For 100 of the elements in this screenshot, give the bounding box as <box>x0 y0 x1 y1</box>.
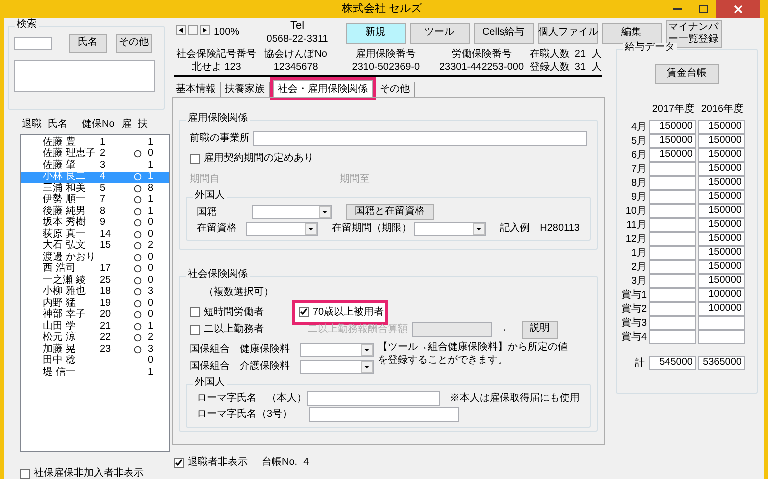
amount-field[interactable]: 150000 <box>698 190 745 204</box>
amount-field[interactable]: 150000 <box>698 260 745 274</box>
dropdown[interactable] <box>300 342 374 356</box>
list-cell: 19 <box>100 298 112 309</box>
amount-field[interactable] <box>649 260 696 274</box>
amount-field[interactable] <box>649 316 696 330</box>
list-row[interactable]: 加藤 晃 23 3 <box>21 344 169 356</box>
list-cell: 8 <box>100 206 106 217</box>
list-row[interactable]: 荻原 真一 14 0 <box>21 229 169 240</box>
list-row[interactable]: 山田 学 21 1 <box>21 321 169 332</box>
toolbar-button[interactable]: 新規 <box>346 23 406 44</box>
list-row[interactable]: 小柳 雅也 18 3 <box>21 286 169 298</box>
input-field[interactable] <box>253 131 587 146</box>
dropdown[interactable] <box>252 205 332 219</box>
list-row[interactable]: 佐藤 肇 3 1 <box>21 160 169 172</box>
list-row[interactable]: 松元 涼 22 2 <box>21 332 169 344</box>
checkmark-icon <box>300 308 308 316</box>
list-row[interactable]: 一之瀬 綾 25 0 <box>21 275 169 286</box>
amount-field[interactable]: 150000 <box>698 120 745 134</box>
list-row[interactable]: 西 浩司 17 0 <box>21 264 169 275</box>
amount-field[interactable] <box>698 316 745 330</box>
amount-field[interactable] <box>649 176 696 190</box>
amount-field[interactable] <box>649 204 696 218</box>
amount-field[interactable]: 150000 <box>698 134 745 148</box>
amount-field[interactable]: 150000 <box>698 204 745 218</box>
list-row[interactable]: 内野 猛 19 0 <box>21 298 169 310</box>
amount-field[interactable]: 150000 <box>698 218 745 232</box>
list-row[interactable]: 伊勢 順一 7 1 <box>21 194 169 206</box>
amount-field[interactable]: 150000 <box>649 120 696 134</box>
amount-field[interactable] <box>649 330 696 344</box>
info-label: 労働保険番号 <box>452 49 512 62</box>
amount-field[interactable]: 150000 <box>698 274 745 288</box>
list-cell: 25 <box>100 274 112 286</box>
tab[interactable]: その他 <box>376 82 415 97</box>
amount-field[interactable] <box>649 288 696 302</box>
tab[interactable]: 基本情報 <box>172 82 221 97</box>
input-field[interactable] <box>412 322 492 337</box>
toolbar-button[interactable]: ツール <box>410 23 470 44</box>
button[interactable]: 賃金台帳 <box>655 64 719 84</box>
amount-field[interactable] <box>698 330 745 344</box>
list-cell-text: 佐藤 豊 <box>43 138 76 148</box>
count-value: 21 <box>574 49 586 62</box>
amount-field[interactable]: 150000 <box>698 148 745 162</box>
close-button[interactable] <box>716 0 760 18</box>
toolbar-button[interactable]: 個人ファイル <box>538 23 598 44</box>
toolbar-button[interactable]: Cells給与 <box>474 23 534 44</box>
nav-button[interactable] <box>176 25 186 35</box>
amount-field[interactable] <box>649 190 696 204</box>
list-row[interactable]: 神部 幸子 20 0 <box>21 310 169 321</box>
amount-field[interactable] <box>649 232 696 246</box>
amount-field[interactable] <box>649 162 696 176</box>
checkbox[interactable] <box>190 324 200 334</box>
column-header: 扶 <box>138 118 148 132</box>
list-row[interactable]: 三浦 和美 5 8 <box>21 183 169 194</box>
amount-field[interactable]: 545000 <box>649 356 696 370</box>
dropdown[interactable] <box>300 360 374 374</box>
label: ローマ字氏名（3号） <box>197 408 294 422</box>
amount-field[interactable]: 150000 <box>649 134 696 148</box>
checkbox[interactable] <box>190 154 200 164</box>
checkbox-label: 二以上勤務者 <box>204 322 264 337</box>
checkbox[interactable] <box>174 458 184 468</box>
list-row[interactable]: 堤 信一 1 <box>21 367 169 378</box>
list-row[interactable]: 田中 稔 0 <box>21 356 169 367</box>
input-field[interactable] <box>307 391 440 406</box>
list-row[interactable]: 佐藤 豊 1 1 <box>21 137 169 148</box>
button[interactable]: 国籍と在留資格 <box>346 204 434 220</box>
amount-field[interactable]: 100000 <box>698 302 745 316</box>
button[interactable]: その他 <box>116 34 152 53</box>
dropdown[interactable] <box>246 222 318 236</box>
label: 期間至 <box>340 172 370 187</box>
amount-field[interactable]: 5365000 <box>698 356 745 370</box>
amount-field[interactable]: 150000 <box>698 162 745 176</box>
button[interactable]: 氏名 <box>69 34 107 53</box>
list-row[interactable]: 大石 弘文 15 2 <box>21 240 169 252</box>
amount-field[interactable]: 100000 <box>698 288 745 302</box>
tab[interactable]: 社会・雇用保険関係 <box>273 80 373 97</box>
amount-field[interactable] <box>649 246 696 260</box>
list-row[interactable]: 坂本 秀樹 9 0 <box>21 218 169 229</box>
checkbox[interactable] <box>20 468 30 478</box>
list-row[interactable]: 渡邊 かおり 0 <box>21 252 169 264</box>
button[interactable]: 説明 <box>522 320 558 338</box>
search-field[interactable] <box>14 37 52 50</box>
input-field[interactable] <box>309 407 459 422</box>
amount-field[interactable]: 150000 <box>698 176 745 190</box>
list-row[interactable]: 佐藤 理恵子 2 0 <box>21 148 169 160</box>
search-results-box[interactable] <box>14 60 155 92</box>
amount-field[interactable]: 150000 <box>698 246 745 260</box>
amount-field[interactable] <box>649 218 696 232</box>
list-cell: 0 <box>148 149 154 160</box>
amount-field[interactable] <box>649 274 696 288</box>
amount-field[interactable]: 150000 <box>649 148 696 162</box>
info-value: 2310-502369-0 <box>352 62 420 74</box>
amount-field[interactable] <box>649 302 696 316</box>
checkbox[interactable] <box>190 307 200 317</box>
amount-field[interactable]: 150000 <box>698 232 745 246</box>
list-row[interactable]: 後藤 純男 8 1 <box>21 206 169 218</box>
dropdown[interactable] <box>414 222 486 236</box>
list-cell: 1 <box>148 368 154 378</box>
checkbox[interactable] <box>299 307 309 317</box>
nav-button[interactable] <box>200 25 210 35</box>
